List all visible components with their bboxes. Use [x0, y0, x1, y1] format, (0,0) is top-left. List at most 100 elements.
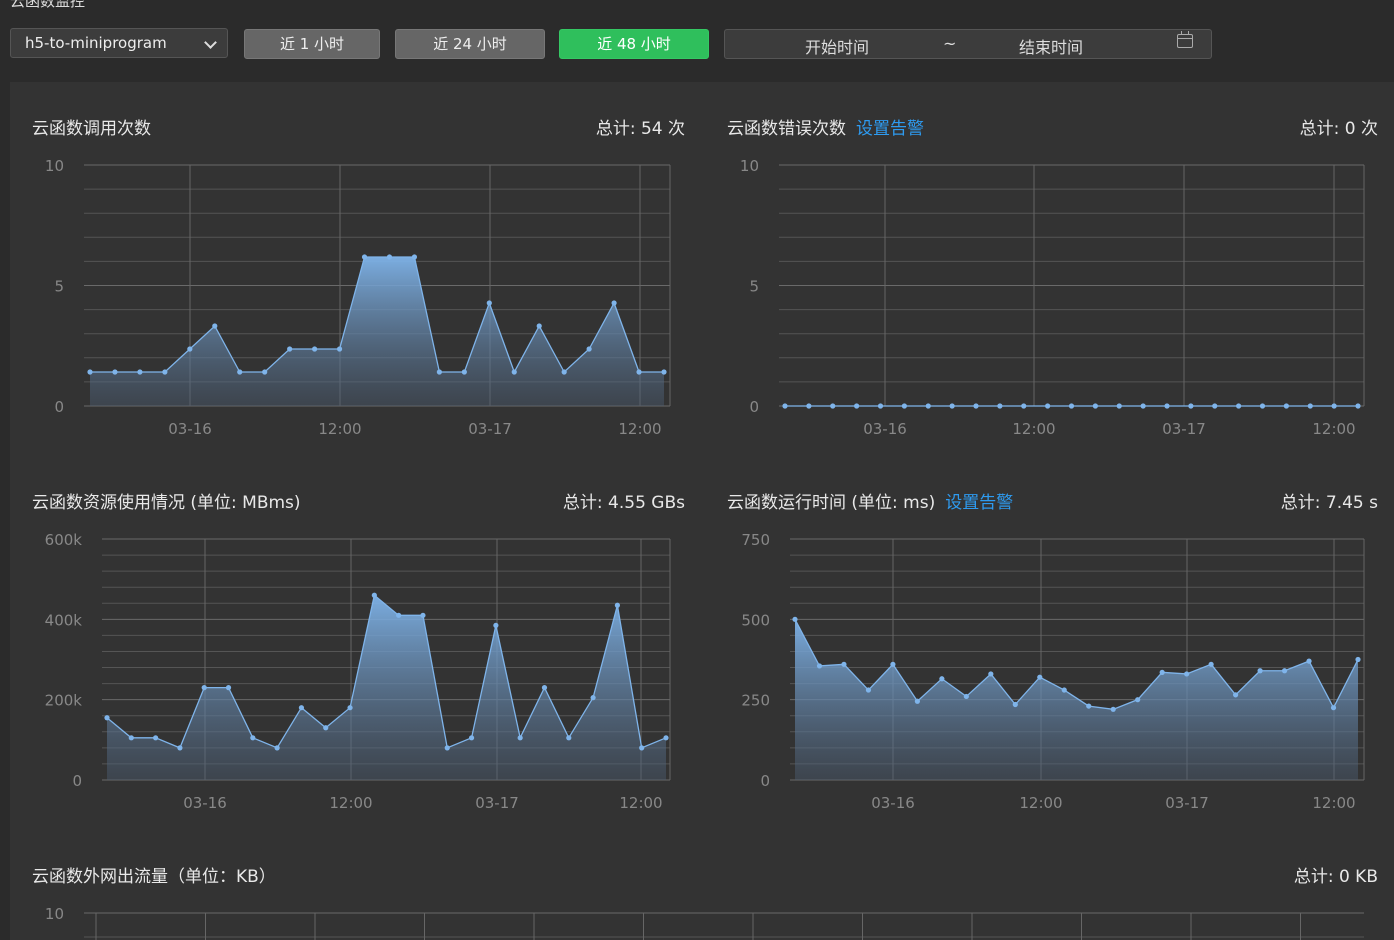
data-point[interactable] — [782, 403, 788, 409]
data-point[interactable] — [128, 735, 134, 741]
data-point[interactable] — [162, 369, 168, 375]
data-point[interactable] — [1135, 697, 1141, 703]
data-point[interactable] — [274, 745, 280, 751]
range-48h-button[interactable]: 近 48 小时 — [559, 29, 709, 59]
data-point[interactable] — [830, 403, 836, 409]
data-point[interactable] — [566, 735, 572, 741]
data-point[interactable] — [854, 403, 860, 409]
data-point[interactable] — [1281, 668, 1288, 674]
data-point[interactable] — [112, 369, 118, 375]
data-point[interactable] — [237, 369, 243, 375]
date-range-picker[interactable]: 开始时间 ~ 结束时间 — [724, 29, 1212, 59]
data-point[interactable] — [939, 676, 945, 682]
data-point[interactable] — [361, 254, 368, 260]
data-point[interactable] — [890, 661, 896, 667]
data-point[interactable] — [298, 705, 305, 711]
range-1h-button[interactable]: 近 1 小时 — [244, 29, 380, 59]
data-point[interactable] — [468, 735, 475, 741]
data-point[interactable] — [1257, 668, 1263, 674]
data-point[interactable] — [1208, 661, 1214, 667]
data-point[interactable] — [806, 403, 812, 409]
calendar-icon[interactable] — [1177, 31, 1193, 48]
data-point[interactable] — [371, 592, 377, 598]
data-point[interactable] — [636, 369, 642, 375]
data-point[interactable] — [901, 403, 907, 409]
data-point[interactable] — [973, 403, 979, 409]
data-point[interactable] — [1110, 706, 1116, 712]
data-point[interactable] — [312, 346, 318, 352]
data-point[interactable] — [663, 735, 669, 741]
data-point[interactable] — [1116, 403, 1122, 409]
data-point[interactable] — [347, 705, 353, 711]
data-point[interactable] — [1355, 403, 1361, 409]
data-point[interactable] — [511, 369, 517, 375]
data-point[interactable] — [1159, 669, 1165, 675]
data-point[interactable] — [561, 369, 567, 375]
data-point[interactable] — [1164, 403, 1170, 409]
data-point[interactable] — [1307, 403, 1313, 409]
data-point[interactable] — [104, 715, 110, 721]
data-point[interactable] — [386, 254, 393, 260]
data-point[interactable] — [1236, 403, 1242, 409]
data-point[interactable] — [586, 346, 592, 352]
data-point[interactable] — [949, 403, 955, 409]
data-point[interactable] — [792, 616, 798, 622]
data-point[interactable] — [639, 745, 645, 751]
data-point[interactable] — [1021, 403, 1027, 409]
data-point[interactable] — [87, 369, 93, 375]
data-point[interactable] — [1045, 403, 1051, 409]
data-point[interactable] — [614, 602, 620, 608]
data-point[interactable] — [1259, 403, 1266, 409]
data-point[interactable] — [1184, 671, 1190, 677]
data-point[interactable] — [1306, 658, 1312, 664]
data-point[interactable] — [536, 323, 542, 329]
errors-alarm-link[interactable]: 设置告警 — [856, 119, 924, 139]
data-point[interactable] — [1331, 403, 1337, 409]
data-point[interactable] — [411, 254, 418, 260]
data-point[interactable] — [153, 735, 159, 741]
data-point[interactable] — [1012, 701, 1018, 708]
data-point[interactable] — [611, 300, 617, 306]
data-point[interactable] — [420, 612, 426, 618]
data-point[interactable] — [1092, 403, 1098, 409]
data-point[interactable] — [201, 685, 207, 691]
data-point[interactable] — [925, 403, 931, 409]
data-point[interactable] — [444, 745, 450, 751]
data-point[interactable] — [816, 663, 823, 669]
data-point[interactable] — [997, 403, 1003, 409]
data-point[interactable] — [1086, 703, 1092, 709]
data-point[interactable] — [590, 695, 596, 701]
data-point[interactable] — [262, 369, 268, 375]
data-point[interactable] — [1233, 692, 1239, 698]
duration-alarm-link[interactable]: 设置告警 — [945, 493, 1013, 513]
data-point[interactable] — [661, 369, 667, 375]
data-point[interactable] — [486, 300, 492, 306]
data-point[interactable] — [396, 612, 402, 618]
data-point[interactable] — [461, 369, 467, 375]
data-point[interactable] — [541, 685, 548, 691]
data-point[interactable] — [212, 323, 218, 329]
data-point[interactable] — [287, 346, 293, 352]
data-point[interactable] — [187, 346, 193, 352]
data-point[interactable] — [1212, 403, 1218, 409]
data-point[interactable] — [914, 698, 920, 704]
data-point[interactable] — [1068, 403, 1075, 409]
data-point[interactable] — [877, 403, 884, 409]
data-point[interactable] — [1061, 687, 1067, 693]
data-point[interactable] — [841, 661, 847, 667]
end-time-input[interactable]: 结束时间 — [1019, 34, 1083, 58]
data-point[interactable] — [1140, 403, 1146, 409]
data-point[interactable] — [323, 725, 329, 731]
data-point[interactable] — [336, 346, 343, 352]
data-point[interactable] — [865, 687, 872, 693]
data-point[interactable] — [1283, 403, 1289, 409]
range-24h-button[interactable]: 近 24 小时 — [395, 29, 545, 59]
data-point[interactable] — [963, 693, 969, 700]
data-point[interactable] — [1355, 656, 1361, 663]
data-point[interactable] — [493, 622, 499, 628]
data-point[interactable] — [137, 369, 143, 375]
data-point[interactable] — [517, 735, 523, 741]
data-point[interactable] — [250, 735, 256, 741]
function-select[interactable]: h5-to-miniprogram — [10, 28, 228, 58]
data-point[interactable] — [436, 369, 442, 375]
